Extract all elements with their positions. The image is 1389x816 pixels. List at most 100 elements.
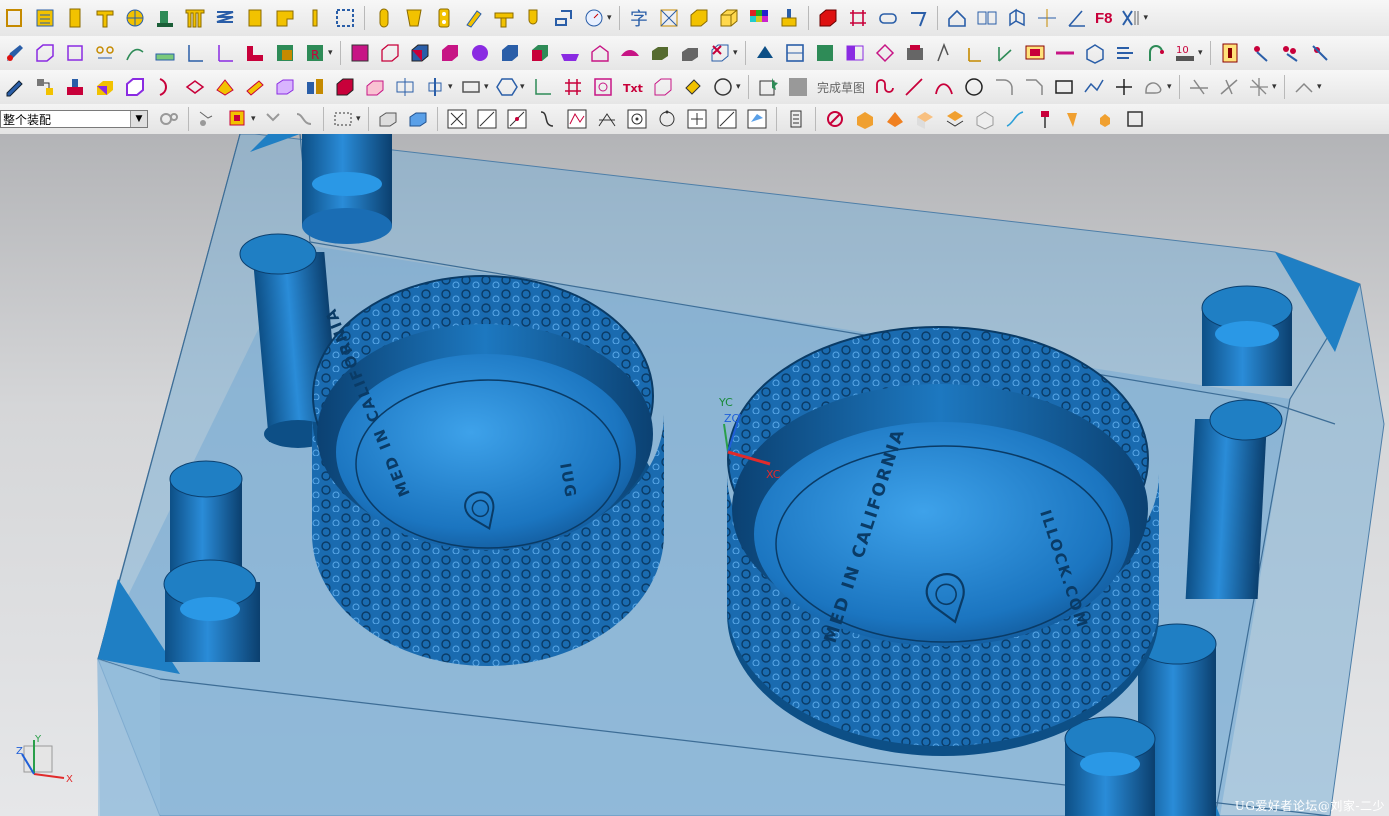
arc-icon[interactable]: [931, 74, 957, 100]
multi-cube-icon[interactable]: [272, 74, 298, 100]
curve-blue-icon[interactable]: [1002, 106, 1028, 132]
dropdown-arrow[interactable]: ▾: [1198, 48, 1206, 58]
guide-pin[interactable]: [302, 134, 392, 244]
lifter-icon[interactable]: [491, 5, 517, 31]
no-select-icon[interactable]: [822, 106, 848, 132]
dropdown-arrow[interactable]: ▾: [1144, 13, 1152, 23]
sheet-icon[interactable]: [212, 74, 238, 100]
constraint-icon[interactable]: [1291, 74, 1317, 100]
wcs-yc-icon[interactable]: [962, 40, 988, 66]
blue-solid-icon[interactable]: [405, 106, 431, 132]
paint-bucket-icon[interactable]: [680, 74, 706, 100]
f8-button[interactable]: F8: [1095, 10, 1113, 27]
point-icon[interactable]: [1111, 74, 1137, 100]
blob-icon[interactable]: [1141, 74, 1167, 100]
face-colors-icon[interactable]: [407, 40, 433, 66]
fillet-icon[interactable]: [991, 74, 1017, 100]
axis-xy-icon[interactable]: [530, 74, 556, 100]
insert-icon[interactable]: [401, 5, 427, 31]
graphics-window[interactable]: MED IN CALIFORNIA IUG MED IN CALIFORNIA …: [0, 134, 1389, 816]
trim-icon[interactable]: [845, 5, 871, 31]
stacked-faces-icon[interactable]: [942, 106, 968, 132]
drawing-icon[interactable]: [2, 5, 28, 31]
polyline-icon[interactable]: [1081, 74, 1107, 100]
rectangle-sketch-icon[interactable]: [1051, 74, 1077, 100]
small-cube-icon[interactable]: [1092, 106, 1118, 132]
snap-center-icon[interactable]: [624, 106, 650, 132]
dropdown-arrow[interactable]: ▾: [520, 82, 528, 92]
cavity-left[interactable]: MED IN CALIFORNIA IUG: [312, 275, 664, 666]
stamp-icon[interactable]: [62, 74, 88, 100]
link-icon[interactable]: [1052, 40, 1078, 66]
snap-line-icon[interactable]: [474, 106, 500, 132]
save-block-icon[interactable]: [902, 40, 928, 66]
x-bars-icon[interactable]: [1118, 5, 1144, 31]
frame-icon[interactable]: [332, 5, 358, 31]
dropdown-arrow[interactable]: ▾: [448, 82, 456, 92]
measure-icon[interactable]: [932, 40, 958, 66]
counter-icon[interactable]: 10: [1172, 40, 1198, 66]
circles-link-icon[interactable]: [92, 40, 118, 66]
curve-red-icon[interactable]: [152, 74, 178, 100]
trim-curve-icon[interactable]: [1186, 74, 1212, 100]
wcs-zc-icon[interactable]: [992, 40, 1018, 66]
colored-box-icon[interactable]: [92, 74, 118, 100]
hexagon-flat-icon[interactable]: [182, 74, 208, 100]
box-icon[interactable]: [686, 5, 712, 31]
outline-box-icon[interactable]: [377, 40, 403, 66]
dual-slot-icon[interactable]: [431, 5, 457, 31]
white-cube-icon[interactable]: [972, 106, 998, 132]
cylinder-stack-icon[interactable]: [302, 74, 328, 100]
bounding-list-icon[interactable]: [783, 106, 809, 132]
edit-sketch-icon[interactable]: [2, 74, 28, 100]
assembly-filter-select[interactable]: 整个装配 ▼: [0, 110, 148, 128]
body-select-icon[interactable]: [375, 106, 401, 132]
circle-icon[interactable]: [710, 74, 736, 100]
wcs-icon[interactable]: [677, 40, 703, 66]
component-select-icon[interactable]: [225, 106, 251, 132]
multi-select-icon[interactable]: [1062, 106, 1088, 132]
stack-green-icon[interactable]: [272, 40, 298, 66]
extend-icon[interactable]: [1216, 74, 1242, 100]
hook-icon[interactable]: [521, 5, 547, 31]
bracket-red-icon[interactable]: [242, 40, 268, 66]
package-icon[interactable]: [1082, 40, 1108, 66]
color-grid-icon[interactable]: [746, 5, 772, 31]
offset-icon[interactable]: [905, 5, 931, 31]
patch-icon[interactable]: [467, 40, 493, 66]
brush-icon[interactable]: [776, 5, 802, 31]
surface-icon[interactable]: [617, 40, 643, 66]
x-cube-icon[interactable]: [707, 40, 733, 66]
line-icon[interactable]: [901, 74, 927, 100]
pencil-icon[interactable]: [2, 40, 28, 66]
chevron-down-icon[interactable]: ▼: [130, 111, 147, 127]
purple-tray-icon[interactable]: [557, 40, 583, 66]
stack-icon[interactable]: [62, 5, 88, 31]
bracket-icon[interactable]: [272, 5, 298, 31]
dropdown-arrow[interactable]: ▾: [356, 114, 364, 124]
cross-frame-icon[interactable]: [656, 5, 682, 31]
layers-icon[interactable]: [782, 40, 808, 66]
red-box-icon[interactable]: [332, 74, 358, 100]
orange-cube-icon[interactable]: [852, 106, 878, 132]
cube-edit-icon[interactable]: [32, 40, 58, 66]
solid-cube-icon[interactable]: [497, 40, 523, 66]
ball-double-icon[interactable]: [1277, 40, 1303, 66]
red-green-cube-icon[interactable]: [527, 40, 553, 66]
guide-pin[interactable]: [1064, 716, 1156, 816]
snap-endpoints-icon[interactable]: [444, 106, 470, 132]
pillar-icon[interactable]: [152, 5, 178, 31]
square-corners-icon[interactable]: [62, 40, 88, 66]
house-icon[interactable]: [944, 5, 970, 31]
target-square-icon[interactable]: [590, 74, 616, 100]
node-tree-icon[interactable]: [32, 74, 58, 100]
orange-face-icon[interactable]: [882, 106, 908, 132]
grid-red-icon[interactable]: [560, 74, 586, 100]
axis-cross-icon[interactable]: [1034, 5, 1060, 31]
ball-icon[interactable]: [1247, 40, 1273, 66]
cube-icon[interactable]: [716, 5, 742, 31]
gears-icon[interactable]: [156, 106, 182, 132]
wireframe-house-icon[interactable]: [587, 40, 613, 66]
hook-green-icon[interactable]: [1142, 40, 1168, 66]
double-t-icon[interactable]: [182, 5, 208, 31]
